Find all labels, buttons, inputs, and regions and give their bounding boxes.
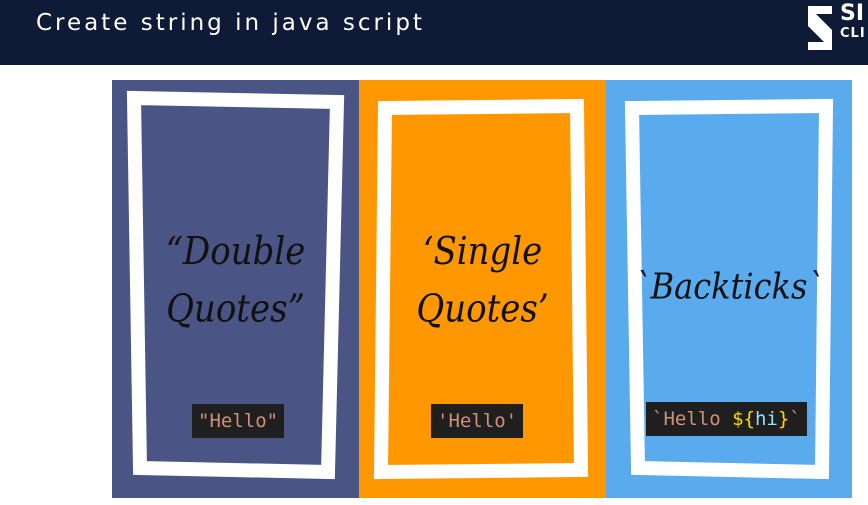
code-variable: hi bbox=[754, 408, 778, 430]
brand-logo-text: SI CLI bbox=[840, 3, 868, 40]
slide-header: Create string in java script SI CLI bbox=[0, 0, 868, 65]
panel-double-quotes: “Double Quotes” "Hello" bbox=[112, 80, 359, 498]
panel-title: ‘Single Quotes’ bbox=[359, 224, 606, 338]
code-string: 'Hello' bbox=[437, 410, 518, 432]
panel-title: “Double Quotes” bbox=[112, 224, 359, 338]
panel-title-line2: Quotes’ bbox=[416, 286, 549, 332]
panel-title-line1: `Backticks` bbox=[634, 264, 824, 308]
brand-logo-line2: CLI bbox=[840, 26, 866, 40]
panel-title-line2: Quotes” bbox=[166, 286, 305, 332]
panel-title-line1: ‘Single bbox=[422, 229, 543, 275]
slide-title: Create string in java script bbox=[36, 10, 425, 36]
code-string: "Hello" bbox=[198, 410, 279, 432]
code-string-prefix: `Hello bbox=[652, 408, 733, 430]
code-snippet: 'Hello' bbox=[431, 404, 524, 438]
brand-logo-line1: SI bbox=[840, 3, 865, 26]
panel-single-quotes: ‘Single Quotes’ 'Hello' bbox=[359, 80, 606, 498]
code-interpolation-open: ${ bbox=[732, 408, 755, 430]
code-snippet: `Hello ${hi}` bbox=[646, 402, 807, 436]
code-interpolation-close: } bbox=[777, 408, 790, 430]
code-snippet: "Hello" bbox=[192, 404, 285, 438]
code-string-suffix: ` bbox=[789, 408, 801, 430]
panel-backticks: `Backticks` `Hello ${hi}` bbox=[606, 80, 852, 498]
brand-logo-icon bbox=[808, 6, 832, 50]
panel-title-line1: “Double bbox=[165, 229, 306, 275]
panel-title: `Backticks` bbox=[606, 259, 852, 313]
